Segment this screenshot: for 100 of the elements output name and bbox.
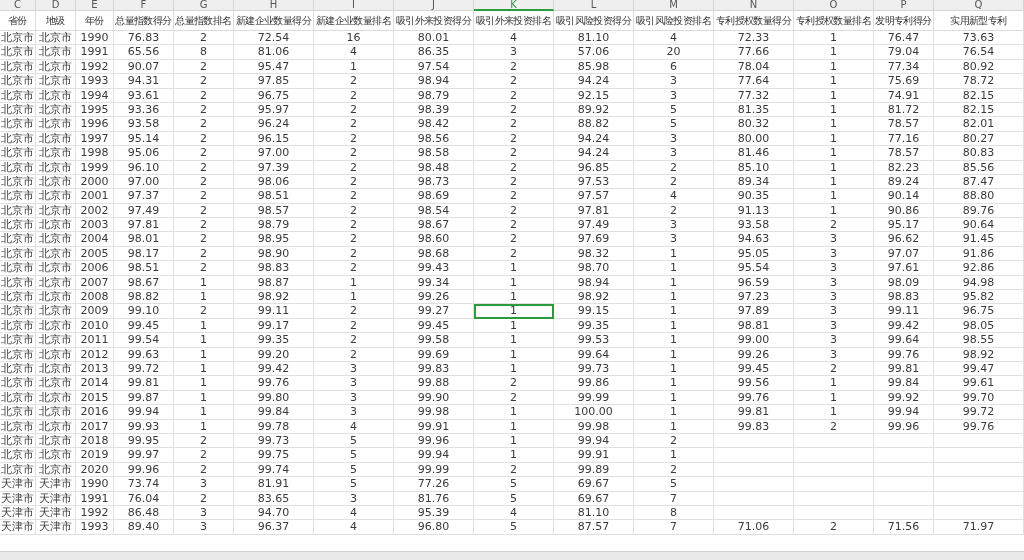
table-cell: 5 [634, 477, 714, 492]
table-cell: 99.72 [114, 362, 174, 377]
table-cell: 91.13 [714, 203, 794, 219]
table-cell: 98.56 [394, 131, 474, 147]
table-cell: 北京市 [36, 246, 76, 262]
table-cell: 2 [174, 232, 234, 247]
table-cell: 2 [314, 261, 394, 276]
table-cell: 99.69 [394, 347, 474, 362]
table-cell: 98.06 [234, 174, 314, 190]
table-cell: 北京市 [0, 31, 36, 46]
table-cell: 1999 [76, 160, 114, 175]
column-letter[interactable]: O [794, 0, 874, 11]
table-cell: 69.67 [554, 491, 634, 506]
horizontal-scrollbar[interactable] [0, 551, 1024, 560]
table-cell: 北京市 [36, 160, 76, 175]
table-cell: 1 [474, 419, 554, 434]
table-cell: 北京市 [36, 31, 76, 46]
table-cell: 1 [634, 290, 714, 305]
column-letter[interactable]: N [714, 0, 794, 11]
table-cell: 97.37 [114, 189, 174, 204]
table-cell: 69.67 [554, 477, 634, 492]
table-cell: 81.91 [234, 477, 314, 492]
column-letter[interactable]: C [0, 0, 36, 11]
table-cell: 80.00 [714, 131, 794, 147]
table-cell: 99.86 [554, 376, 634, 391]
table-cell: 2 [174, 203, 234, 219]
table-cell: 80.01 [394, 31, 474, 46]
table-cell: 99.81 [114, 376, 174, 391]
column-header: 专利授权数量得分 [714, 11, 794, 31]
column-letter[interactable]: H [234, 0, 314, 11]
table-cell: 98.73 [394, 174, 474, 190]
table-cell: 77.66 [714, 45, 794, 60]
table-cell: 北京市 [36, 362, 76, 377]
table-cell: 97.54 [394, 59, 474, 75]
table-cell: 1992 [76, 505, 114, 521]
table-cell: 99.76 [934, 419, 1024, 434]
table-cell: 1 [794, 189, 874, 204]
column-header: 地级 [36, 11, 76, 31]
table-cell: 99.89 [554, 462, 634, 478]
column-letter[interactable]: E [76, 0, 114, 11]
table-cell: 北京市 [36, 189, 76, 204]
table-cell: 8 [174, 45, 234, 60]
table-cell: 2 [174, 117, 234, 132]
column-letter[interactable]: L [554, 0, 634, 11]
table-cell: 90.35 [714, 189, 794, 204]
table-cell: 6 [634, 59, 714, 75]
table-cell: 1 [634, 246, 714, 262]
table-cell: 86.48 [114, 505, 174, 521]
table-cell: 89.34 [714, 174, 794, 190]
table-cell: 北京市 [36, 376, 76, 391]
table-cell: 95.39 [394, 505, 474, 521]
table-cell: 97.39 [234, 160, 314, 175]
table-cell: 5 [474, 520, 554, 535]
table-cell: 98.94 [554, 275, 634, 291]
table-cell: 2018 [76, 433, 114, 449]
table-cell: 北京市 [36, 218, 76, 233]
table-cell: 1990 [76, 477, 114, 492]
table-cell: 98.67 [394, 218, 474, 233]
table-cell: 98.69 [394, 189, 474, 204]
table-cell: 97.89 [714, 304, 794, 319]
table-cell: 2017 [76, 419, 114, 434]
column-letter[interactable]: M [634, 0, 714, 11]
column-letter[interactable]: P [874, 0, 934, 11]
table-cell: 天津市 [0, 520, 36, 535]
column-letter[interactable]: F [114, 0, 174, 11]
column-letter[interactable]: Q [934, 0, 1024, 11]
column-letter[interactable]: I [314, 0, 394, 11]
table-cell: 1 [474, 448, 554, 463]
column-header: 总量指数得分 [114, 11, 174, 31]
table-cell: 97.81 [114, 218, 174, 233]
table-cell: 3 [794, 304, 874, 319]
table-cell: 2 [474, 218, 554, 233]
table-cell: 72.33 [714, 31, 794, 46]
column-header: 总量指数排名 [174, 11, 234, 31]
table-cell: 5 [474, 477, 554, 492]
table-cell: 99.78 [234, 419, 314, 434]
table-cell: 5 [634, 102, 714, 118]
table-cell: 82.15 [934, 102, 1024, 118]
column-letter[interactable]: J [394, 0, 474, 11]
table-cell: 99.00 [714, 333, 794, 348]
table-cell: 99.72 [934, 405, 1024, 420]
table-cell: 天津市 [0, 505, 36, 521]
column-letter[interactable]: D [36, 0, 76, 11]
table-cell: 1 [174, 290, 234, 305]
table-cell: 北京市 [36, 59, 76, 75]
table-cell: 99.90 [394, 390, 474, 406]
table-cell: 1991 [76, 45, 114, 60]
table-cell: 2003 [76, 218, 114, 233]
table-cell: 97.23 [714, 290, 794, 305]
table-cell: 3 [174, 520, 234, 535]
column-letter[interactable]: G [174, 0, 234, 11]
table-cell [874, 448, 934, 463]
column-header: 新建企业数量排名 [314, 11, 394, 31]
table-cell: 1990 [76, 31, 114, 46]
table-cell: 4 [314, 520, 394, 535]
table-cell: 北京市 [36, 45, 76, 60]
table-cell: 81.72 [874, 102, 934, 118]
table-cell: 2 [174, 146, 234, 161]
table-cell: 1 [174, 362, 234, 377]
table-cell: 2 [474, 131, 554, 147]
